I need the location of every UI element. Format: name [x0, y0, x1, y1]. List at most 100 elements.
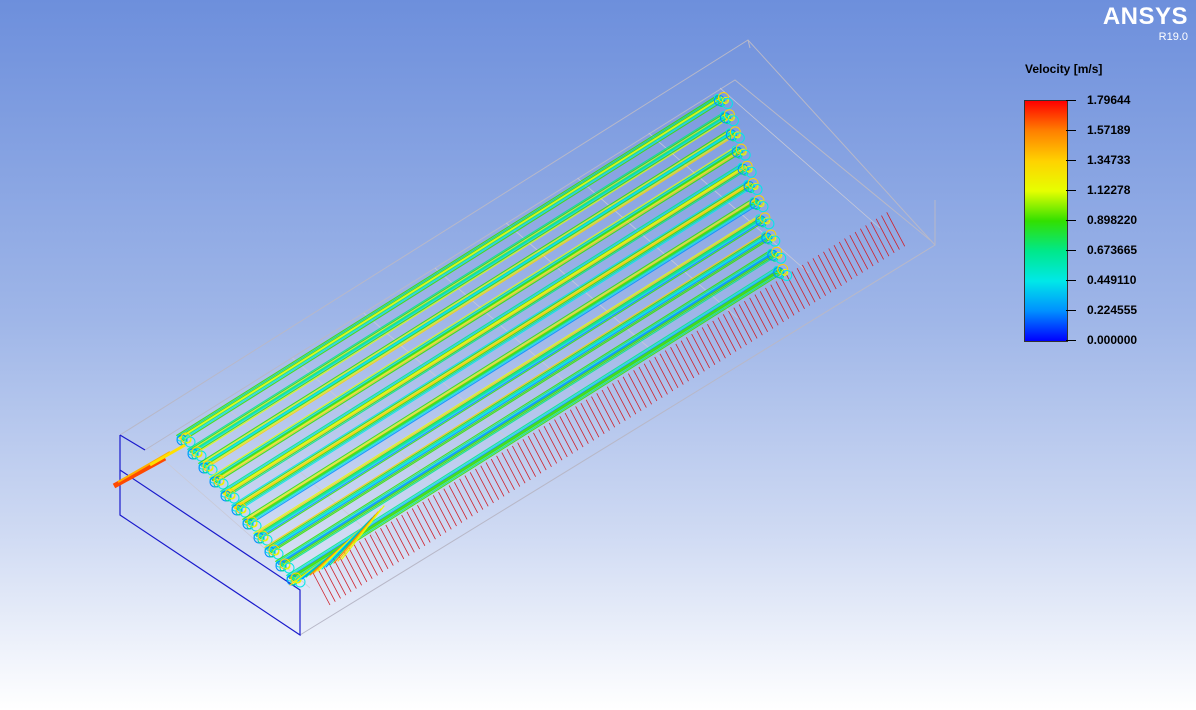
hatch-line: [427, 498, 447, 533]
legend-tick-label: 0.449110: [1087, 273, 1137, 287]
hatch-line: [686, 337, 705, 372]
hatch-line: [411, 508, 431, 543]
hatch-line: [591, 396, 610, 431]
hatch-line: [749, 297, 768, 333]
pathline: [232, 181, 750, 507]
hatch-line: [559, 416, 579, 451]
pathline: [254, 215, 762, 535]
hatch-line: [744, 300, 763, 336]
hatch-line: [654, 356, 674, 392]
hatch-line: [322, 564, 341, 599]
inlet-jet: [112, 443, 186, 489]
pathline: [203, 133, 737, 469]
hatch-line: [812, 258, 832, 293]
hatch-line: [490, 458, 510, 494]
legend-tick-label: 0.224555: [1087, 303, 1138, 317]
hatch-line: [332, 557, 352, 593]
velocity-colorbar: [1024, 100, 1068, 342]
hatch-line: [881, 215, 900, 250]
pathline: [243, 198, 756, 521]
legend-tick-label: 0.673665: [1087, 243, 1138, 257]
pathline: [253, 214, 761, 534]
hatch-line: [454, 481, 473, 517]
pathline: [225, 167, 748, 497]
hatch-line: [612, 383, 631, 418]
pathline: [178, 96, 721, 438]
hatch-line: [796, 268, 816, 303]
pathline: [226, 168, 749, 498]
pathline: [178, 96, 723, 440]
hatch-line: [459, 478, 478, 514]
pathline: [275, 249, 773, 562]
hatch-line: [343, 551, 362, 586]
legend-tick-label: 1.12278: [1087, 183, 1131, 197]
hatch-line: [359, 541, 378, 576]
hatch-line: [338, 554, 357, 589]
hatch-line: [733, 307, 753, 342]
hatch-line: [628, 373, 647, 408]
pathline: [176, 94, 719, 436]
hatch-line: [448, 485, 468, 520]
hatch-line: [464, 475, 484, 510]
hatch-line: [775, 281, 795, 316]
pathline: [220, 163, 743, 492]
legend-tick-label: 0.000000: [1087, 333, 1138, 347]
hatch-line: [417, 504, 436, 540]
velocity-pathlines: [176, 92, 793, 588]
hatch-line: [554, 419, 573, 454]
hatch-line: [844, 238, 863, 273]
hatch-line: [438, 491, 457, 527]
hatch-line: [691, 333, 710, 369]
legend-tick-mark: [1066, 220, 1076, 221]
hatch-line: [316, 567, 336, 602]
pathline: [233, 182, 751, 508]
hatch-line: [638, 366, 658, 402]
pathline: [266, 233, 770, 552]
hatch-line: [659, 353, 679, 388]
pathline: [222, 164, 745, 494]
hatch-line: [475, 468, 494, 504]
pathline: [277, 250, 775, 564]
pathline: [222, 165, 747, 496]
hatch-line: [580, 402, 600, 438]
hatch-line: [817, 254, 837, 290]
hatch-line: [506, 449, 526, 484]
hatch-line: [670, 347, 689, 382]
legend-title: Velocity [m/s]: [1025, 62, 1103, 76]
hatch-line: [601, 389, 621, 425]
hatch-line: [712, 320, 732, 356]
hatch-line: [380, 528, 399, 563]
hatch-line: [585, 399, 605, 435]
hatch-line: [802, 264, 821, 300]
hatch-line: [622, 376, 642, 412]
hatch-line: [570, 409, 589, 444]
hatch-line: [754, 294, 774, 329]
hatch-line: [480, 465, 500, 500]
hatch-line: [701, 327, 721, 362]
hatch-line: [860, 228, 879, 263]
pathline: [204, 133, 738, 470]
hatch-line: [722, 314, 742, 349]
ansys-logo: ANSYS R19.0: [1102, 3, 1188, 44]
pathline: [199, 129, 732, 465]
hatch-line: [353, 544, 373, 579]
hatch-line: [517, 442, 536, 477]
hatch-line: [311, 570, 331, 606]
pathline: [244, 199, 757, 522]
pathline: [265, 232, 768, 549]
hatch-line: [833, 245, 853, 280]
pathline: [211, 147, 741, 482]
pathline: [189, 113, 727, 452]
hatch-line: [374, 531, 394, 566]
legend-tick-mark: [1066, 280, 1076, 281]
hatch-line: [443, 488, 463, 523]
pathline: [209, 145, 737, 478]
brand-name: ANSYS: [1102, 3, 1188, 30]
hatch-line: [364, 537, 384, 573]
hatch-line: [485, 462, 505, 497]
3d-viewport[interactable]: [0, 0, 1196, 710]
pathline: [276, 249, 774, 563]
hatch-line: [533, 432, 552, 467]
legend-tick-label: 1.34733: [1087, 153, 1131, 167]
hatch-line: [696, 330, 716, 365]
